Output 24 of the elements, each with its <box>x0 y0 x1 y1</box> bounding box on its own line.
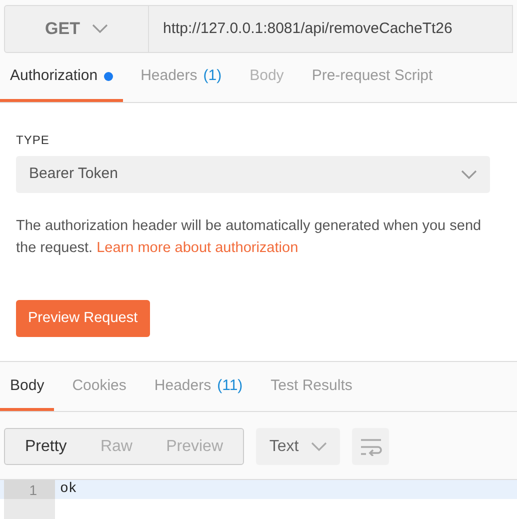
request-tab[interactable]: Headers (1) <box>130 54 232 102</box>
response-tab[interactable]: Headers (11) <box>144 364 253 411</box>
url-field[interactable]: http://127.0.0.1:8081/api/removeCacheTt26 <box>149 6 512 52</box>
wrap-lines-icon <box>360 438 382 456</box>
view-mode-tab[interactable]: Raw <box>100 434 132 458</box>
line-number: 1 <box>4 480 55 499</box>
chevron-down-icon <box>461 170 477 180</box>
auth-description: The authorization header will be automatically generated when you send the request. Learn more about authorization <box>16 217 482 258</box>
request-tab[interactable]: Pre-request Script <box>302 54 443 102</box>
chevron-down-icon <box>310 442 327 452</box>
view-mode-tab[interactable]: Preview <box>166 434 223 458</box>
auth-type-dropdown[interactable]: Bearer Token <box>16 156 490 193</box>
method-dropdown[interactable]: GET <box>5 6 149 52</box>
response-tab[interactable]: Body <box>0 364 54 411</box>
response-tab[interactable]: Cookies <box>62 364 136 411</box>
code-text: ok <box>60 480 77 499</box>
view-mode-tab[interactable]: Pretty <box>25 434 67 458</box>
chevron-down-icon <box>92 24 108 34</box>
format-dropdown[interactable]: Text <box>256 428 340 465</box>
preview-request-button[interactable]: Preview Request <box>16 300 150 337</box>
wrap-lines-button[interactable] <box>352 428 389 465</box>
response-tab[interactable]: Test Results <box>260 364 362 411</box>
learn-more-link[interactable]: Learn more about authorization <box>96 240 298 256</box>
type-label: TYPE <box>16 132 50 149</box>
